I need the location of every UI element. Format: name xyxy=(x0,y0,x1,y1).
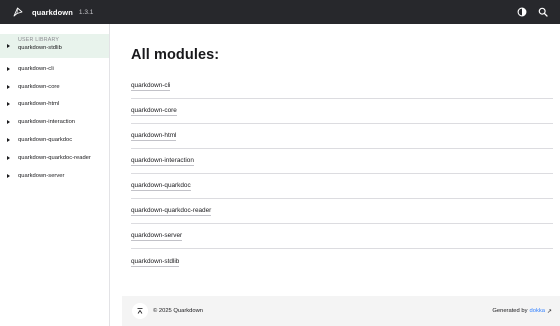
module-row: quarkdown-cli xyxy=(131,74,553,99)
footer-generated-by: Generated by dokka ↗ xyxy=(492,296,552,326)
app-name[interactable]: quarkdown xyxy=(32,8,73,17)
sidebar-item-label: quarkdown-quarkdoc-reader xyxy=(18,154,91,161)
module-row: quarkdown-quarkdoc xyxy=(131,174,553,199)
page-title: All modules: xyxy=(131,47,220,63)
module-row: quarkdown-core xyxy=(131,99,553,124)
sidebar-item-label: quarkdown-interaction xyxy=(18,119,76,126)
sidebar-item-quarkdown-core[interactable]: quarkdown-core xyxy=(0,78,109,96)
module-row: quarkdown-html xyxy=(131,124,553,149)
generated-by-label: Generated by xyxy=(492,308,528,314)
chevron-right-icon[interactable] xyxy=(7,173,10,178)
module-list: quarkdown-cli quarkdown-core quarkdown-h… xyxy=(131,74,553,274)
chevron-right-icon[interactable] xyxy=(7,66,10,71)
sidebar-item-label: quarkdown-server xyxy=(18,172,65,179)
chevron-right-icon[interactable] xyxy=(7,84,10,89)
sidebar-item-label: quarkdown-cli xyxy=(18,65,54,72)
sidebar-item-quarkdown-quarkdoc[interactable]: quarkdown-quarkdoc xyxy=(0,131,109,149)
top-navbar: quarkdown 1.3.1 xyxy=(0,0,560,24)
back-to-top-icon[interactable] xyxy=(132,303,148,319)
search-icon[interactable] xyxy=(538,7,548,17)
module-link-quarkdown-stdlib[interactable]: quarkdown-stdlib xyxy=(131,257,180,267)
dokka-link[interactable]: dokka xyxy=(530,308,545,314)
external-link-icon: ↗ xyxy=(546,308,552,315)
footer: © 2025 Quarkdown Generated by dokka ↗ xyxy=(122,296,560,326)
module-link-quarkdown-cli[interactable]: quarkdown-cli xyxy=(131,81,171,91)
module-row: quarkdown-quarkdoc-reader xyxy=(131,199,553,224)
chevron-right-icon[interactable] xyxy=(7,102,10,107)
sidebar: USER LIBRARY quarkdown-stdlib quarkdown-… xyxy=(0,24,110,326)
module-row: quarkdown-server xyxy=(131,224,553,249)
chevron-right-icon[interactable] xyxy=(7,120,10,125)
chevron-right-icon[interactable] xyxy=(7,44,10,48)
chevron-right-icon[interactable] xyxy=(7,155,10,160)
module-link-quarkdown-html[interactable]: quarkdown-html xyxy=(131,131,177,141)
sidebar-item-quarkdown-cli[interactable]: quarkdown-cli xyxy=(0,60,109,78)
main-content: All modules: quarkdown-cli quarkdown-cor… xyxy=(122,24,560,296)
sidebar-item-quarkdown-server[interactable]: quarkdown-server xyxy=(0,167,109,185)
sidebar-item-quarkdown-stdlib[interactable]: USER LIBRARY quarkdown-stdlib xyxy=(0,34,109,58)
module-link-quarkdown-interaction[interactable]: quarkdown-interaction xyxy=(131,156,194,166)
sidebar-item-label: quarkdown-html xyxy=(18,101,60,108)
navbar-actions xyxy=(517,0,548,24)
quarkdown-logo-icon[interactable] xyxy=(12,6,24,18)
theme-toggle-icon[interactable] xyxy=(517,7,527,17)
footer-copyright: © 2025 Quarkdown xyxy=(153,308,204,314)
sidebar-item-quarkdown-interaction[interactable]: quarkdown-interaction xyxy=(0,113,109,131)
sidebar-item-label: quarkdown-stdlib xyxy=(18,45,62,51)
module-link-quarkdown-quarkdoc[interactable]: quarkdown-quarkdoc xyxy=(131,181,191,191)
module-link-quarkdown-core[interactable]: quarkdown-core xyxy=(131,106,177,116)
module-link-quarkdown-quarkdoc-reader[interactable]: quarkdown-quarkdoc-reader xyxy=(131,206,212,216)
sidebar-item-label: quarkdown-quarkdoc xyxy=(18,137,73,144)
sidebar-item-quarkdown-html[interactable]: quarkdown-html xyxy=(0,96,109,114)
module-link-quarkdown-server[interactable]: quarkdown-server xyxy=(131,231,183,241)
chevron-right-icon[interactable] xyxy=(7,138,10,143)
app-version: 1.3.1 xyxy=(78,8,94,16)
module-row: quarkdown-stdlib xyxy=(131,249,553,274)
module-row: quarkdown-interaction xyxy=(131,149,553,174)
sidebar-item-label: quarkdown-core xyxy=(18,83,60,90)
sidebar-section-label: USER LIBRARY xyxy=(18,37,60,43)
sidebar-item-quarkdown-quarkdoc-reader[interactable]: quarkdown-quarkdoc-reader xyxy=(0,149,109,167)
